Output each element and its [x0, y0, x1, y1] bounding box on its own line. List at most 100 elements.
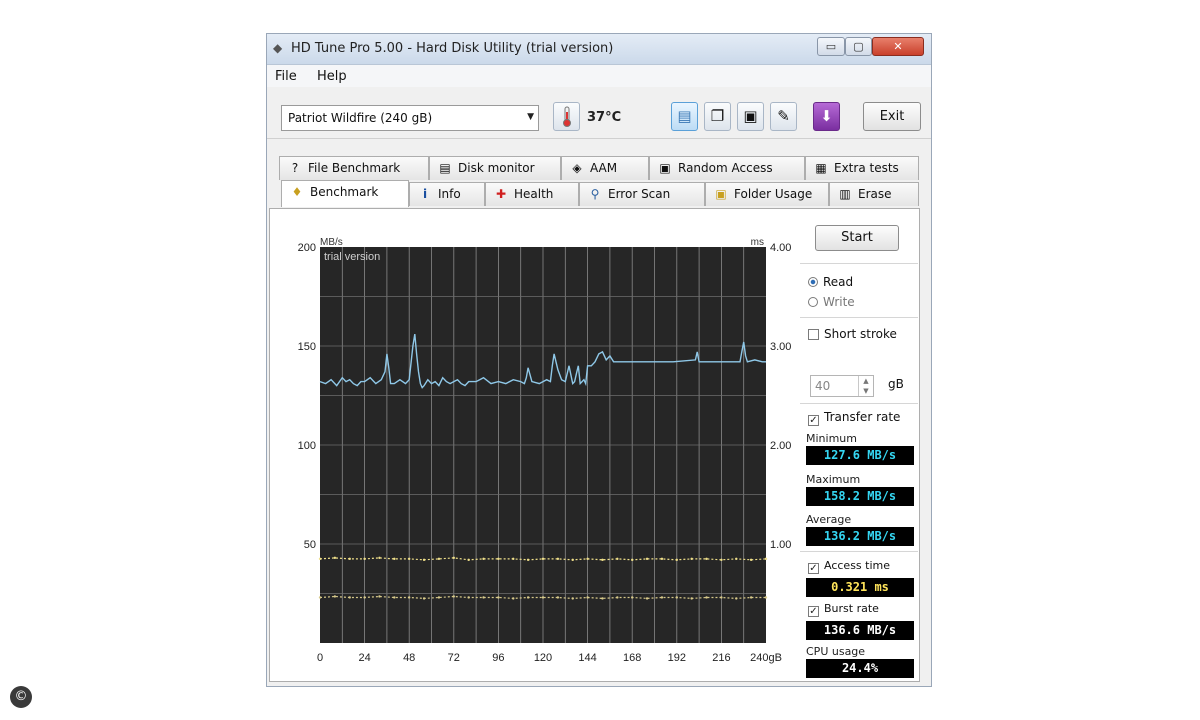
- data-point-access-time: [571, 558, 574, 562]
- chevron-down-icon: ▼: [527, 112, 534, 122]
- info-icon: i: [422, 187, 428, 201]
- tab-label: Erase: [858, 187, 892, 201]
- average-label: Average: [806, 513, 852, 526]
- access-time-checkbox[interactable]: ✓ Access time: [808, 559, 890, 574]
- tab-label: Info: [438, 187, 461, 201]
- data-point-access-time: [720, 558, 723, 562]
- options-icon[interactable]: ✎: [770, 102, 797, 131]
- burst-rate-checkbox[interactable]: ✓ Burst rate: [808, 602, 879, 617]
- data-point-access-time: [616, 557, 619, 561]
- data-point-burst-rate: [422, 597, 426, 600]
- drive-select-value: Patriot Wildfire (240 gB): [288, 111, 433, 125]
- tab-random-access[interactable]: ▣ Random Access: [649, 156, 805, 180]
- data-point-access-time: [645, 557, 649, 561]
- data-point-access-time: [318, 557, 322, 561]
- save-icon[interactable]: ▣: [737, 102, 764, 131]
- drive-select[interactable]: Patriot Wildfire (240 gB) ▼: [281, 105, 539, 131]
- menu-help[interactable]: Help: [317, 69, 347, 84]
- tab-label: Folder Usage: [734, 187, 813, 201]
- data-point-burst-rate: [452, 595, 455, 598]
- short-stroke-checkbox[interactable]: Short stroke: [808, 327, 897, 341]
- menu-file[interactable]: File: [275, 69, 297, 84]
- title-bar[interactable]: ◆ HD Tune Pro 5.00 - Hard Disk Utility (…: [267, 34, 931, 65]
- x-tick-label: 0: [317, 652, 323, 664]
- tab-folder-usage[interactable]: ▣ Folder Usage: [705, 182, 829, 206]
- thermometer-icon[interactable]: [553, 102, 580, 131]
- menu-bar: File Help: [267, 65, 931, 87]
- short-stroke-value: 40: [815, 379, 831, 393]
- data-point-access-time: [526, 558, 530, 562]
- data-point-access-time: [393, 557, 396, 561]
- data-point-burst-rate: [749, 596, 753, 599]
- data-point-burst-rate: [393, 596, 396, 599]
- transfer-rate-checkbox[interactable]: ✓ Transfer rate: [808, 410, 900, 426]
- left-tick-label: 200: [298, 242, 316, 254]
- aam-icon: ◈: [572, 161, 582, 175]
- checkbox-box: [808, 329, 819, 340]
- exit-button[interactable]: Exit: [863, 102, 921, 131]
- temperature-readout: 37°C: [587, 110, 622, 125]
- x-tick-label: 48: [403, 652, 415, 664]
- copyright-watermark: ©: [10, 686, 32, 708]
- x-tick-label: 240gB: [750, 652, 782, 664]
- data-point-burst-rate: [645, 597, 649, 600]
- data-point-access-time: [437, 557, 441, 561]
- data-point-access-time: [690, 557, 693, 561]
- tab-extra-tests[interactable]: ▦ Extra tests: [805, 156, 919, 180]
- data-point-burst-rate: [735, 597, 738, 600]
- access-time-readout: 0.321 ms: [806, 578, 914, 597]
- maximize-button[interactable]: ▢: [845, 37, 872, 56]
- minimize-button[interactable]: ▭: [817, 37, 845, 56]
- burst-rate-label: Burst rate: [824, 602, 879, 615]
- data-point-burst-rate: [437, 596, 441, 599]
- write-label: Write: [823, 295, 855, 309]
- data-point-burst-rate: [690, 597, 693, 600]
- x-tick-label: 120: [534, 652, 552, 664]
- download-icon[interactable]: ⬇: [813, 102, 840, 131]
- tab-error-scan[interactable]: ⚲ Error Scan: [579, 182, 705, 206]
- spinner-arrows-icon[interactable]: ▲ ▼: [858, 376, 873, 396]
- tab-label: Error Scan: [608, 187, 671, 201]
- app-icon: ◆: [273, 41, 283, 55]
- benchmark-icon[interactable]: ▤: [671, 102, 698, 131]
- tab-label: Health: [514, 187, 554, 201]
- data-point-access-time: [764, 557, 768, 561]
- write-radio[interactable]: Write: [808, 295, 855, 309]
- data-point-burst-rate: [333, 595, 337, 598]
- close-button[interactable]: ✕: [872, 37, 924, 56]
- tab-info[interactable]: i Info: [409, 182, 485, 206]
- data-point-burst-rate: [616, 596, 619, 599]
- start-button[interactable]: Start: [815, 225, 899, 251]
- divider: [800, 263, 918, 264]
- copy-icon[interactable]: ❐: [704, 102, 731, 131]
- x-tick-label: 168: [623, 652, 641, 664]
- tab-label: Extra tests: [834, 161, 899, 175]
- tab-file-benchmark[interactable]: ? File Benchmark: [279, 156, 429, 180]
- data-point-burst-rate: [675, 596, 678, 599]
- data-point-burst-rate: [467, 596, 470, 599]
- tab-erase[interactable]: ▥ Erase: [829, 182, 919, 206]
- checkmark-icon: ✓: [808, 563, 819, 574]
- x-tick-label: 216: [712, 652, 730, 664]
- data-point-burst-rate: [631, 596, 634, 599]
- read-label: Read: [823, 275, 854, 289]
- read-radio[interactable]: Read: [808, 275, 853, 289]
- divider: [800, 551, 918, 552]
- tab-health[interactable]: ✚ Health: [485, 182, 579, 206]
- x-tick-label: 144: [578, 652, 596, 664]
- data-point-access-time: [497, 557, 500, 561]
- short-stroke-spinner[interactable]: 40 ▲ ▼: [810, 375, 874, 397]
- trial-version-overlay: trial version: [324, 251, 380, 263]
- tab-benchmark[interactable]: ♦ Benchmark: [281, 180, 409, 207]
- data-point-burst-rate: [556, 596, 560, 599]
- data-point-burst-rate: [705, 596, 708, 599]
- cpu-usage-label: CPU usage: [806, 645, 866, 658]
- data-point-burst-rate: [363, 596, 366, 599]
- checkmark-icon: ✓: [808, 606, 819, 617]
- tab-aam[interactable]: ◈ AAM: [561, 156, 649, 180]
- data-point-access-time: [452, 556, 455, 560]
- checkmark-icon: ✓: [808, 415, 819, 426]
- data-point-access-time: [660, 557, 664, 561]
- app-window: ◆ HD Tune Pro 5.00 - Hard Disk Utility (…: [266, 33, 932, 687]
- tab-disk-monitor[interactable]: ▤ Disk monitor: [429, 156, 561, 180]
